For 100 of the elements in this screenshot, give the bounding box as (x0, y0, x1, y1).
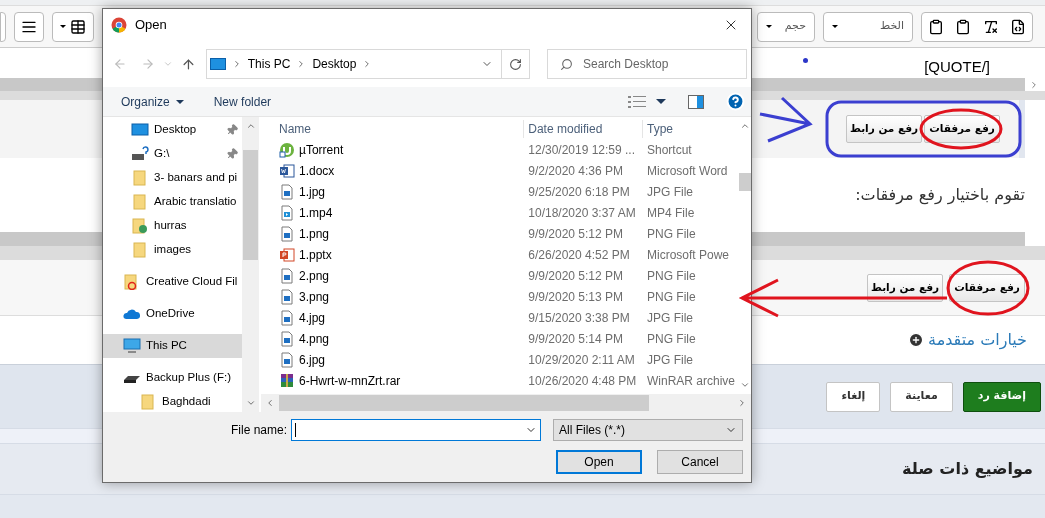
scroll-down-icon[interactable] (245, 398, 256, 408)
paste-text-icon[interactable] (955, 18, 972, 35)
file-name: 3.png (299, 288, 330, 306)
nav-item[interactable]: images (103, 238, 242, 262)
column-header[interactable]: Date modified (523, 120, 642, 138)
nav-item[interactable]: This PC (103, 334, 242, 358)
file-name: 2.png (299, 267, 330, 285)
file-date: 9/9/2020 5:12 PM (527, 267, 624, 285)
source-icon[interactable] (1010, 18, 1027, 35)
file-date: 9/25/2020 6:18 PM (527, 183, 631, 201)
file-row[interactable]: 1.mp4 10/18/2020 3:37 AM MP4 File (261, 202, 739, 223)
scroll-right-icon[interactable] (737, 398, 747, 408)
scroll-thumb[interactable] (279, 395, 649, 411)
video-file-icon (279, 204, 295, 221)
nav-label: Backup Plus (F:) (146, 370, 232, 386)
computer-icon (209, 58, 226, 70)
window-title: Open (135, 16, 167, 35)
dialog-button[interactable]: Cancel (657, 450, 743, 474)
file-type: PNG File (646, 267, 697, 285)
nav-item[interactable]: Arabic translatio (103, 190, 242, 214)
image-file-icon (279, 225, 295, 242)
file-date: 9/9/2020 5:13 PM (527, 288, 624, 306)
file-row[interactable]: 6.jpg 10/29/2020 2:11 AM JPG File (261, 349, 739, 370)
file-row[interactable]: 4.jpg 9/15/2020 3:38 PM JPG File (261, 307, 739, 328)
action-button[interactable]: إلغاء (826, 381, 881, 412)
nav-item[interactable]: hurras (103, 214, 242, 238)
file-row[interactable]: 2.png 9/9/2020 5:12 PM PNG File (261, 265, 739, 286)
nav-item[interactable]: Desktop (103, 118, 242, 142)
file-date: 10/26/2020 4:48 PM (527, 372, 638, 390)
size-dropdown[interactable]: حجم (757, 11, 815, 42)
image-file-icon (279, 309, 295, 326)
scroll-right-icon[interactable] (1029, 79, 1039, 90)
file-row[interactable]: 4.png 9/9/2020 5:14 PM PNG File (261, 328, 739, 349)
file-type: Microsoft Powe (646, 246, 731, 264)
file-name-field[interactable] (291, 419, 541, 441)
file-type: WinRAR archive (646, 372, 737, 390)
file-row[interactable]: 6-Hwrt-w-mnZrt.rar 10/26/2020 4:48 PM WinRAR archive (261, 370, 739, 391)
forward-icon[interactable] (140, 57, 155, 71)
section-heading: مواضيع ذات صلة (902, 458, 1033, 480)
upload-button[interactable]: رفع مرفقات (949, 273, 1025, 302)
nav-item[interactable]: Backup Plus (F:) (103, 366, 242, 390)
advanced-options-link[interactable]: خيارات متقدمة (928, 328, 1027, 352)
scroll-thumb[interactable] (243, 149, 258, 260)
nav-item[interactable]: Creative Cloud Fil (103, 270, 242, 294)
file-name: 1.mp4 (299, 204, 333, 222)
up-icon[interactable] (180, 56, 196, 72)
editor-text: [QUOTE/] (924, 58, 990, 76)
view-dropdown-icon[interactable] (656, 99, 666, 104)
nav-label: This PC (146, 338, 188, 354)
image-file-icon (279, 351, 295, 368)
breadcrumb-item[interactable]: Desktop (312, 55, 357, 73)
nav-item[interactable]: G:\ (103, 142, 242, 166)
clear-format-icon[interactable] (982, 18, 999, 35)
file-row[interactable]: 1.pptx 6/26/2020 4:52 PM Microsoft Powe (261, 244, 739, 265)
column-header[interactable]: Type (642, 120, 739, 138)
nav-label: Creative Cloud Fil (146, 274, 238, 290)
action-button[interactable]: إضافة رد (962, 381, 1041, 412)
file-row[interactable]: 3.png 9/9/2020 5:13 PM PNG File (261, 286, 739, 307)
torrent-icon (279, 141, 295, 158)
align-button[interactable] (14, 11, 44, 42)
help-icon[interactable] (726, 92, 745, 111)
table-button[interactable] (52, 11, 94, 42)
upload-button[interactable]: رفع من رابط (846, 115, 922, 143)
organize-button[interactable]: Organize (121, 92, 184, 111)
scroll-left-icon[interactable] (265, 398, 275, 408)
column-header[interactable]: Name (261, 120, 524, 138)
font-dropdown[interactable]: الخط (823, 11, 913, 42)
field-label: File name: (230, 422, 287, 439)
upload-button[interactable]: رفع مرفقات (924, 115, 1000, 143)
address-bar[interactable]: This PC Desktop (205, 49, 530, 79)
view-options-icon[interactable] (628, 94, 646, 109)
file-row[interactable]: 1.docx 9/2/2020 4:36 PM Microsoft Word (261, 160, 739, 181)
file-type-select[interactable]: All Files (*.*) (553, 419, 743, 441)
scroll-up-icon[interactable] (740, 121, 750, 131)
toolbar-button[interactable] (0, 11, 6, 42)
nav-item[interactable]: Baghdadi (111, 390, 242, 412)
horizontal-scrollbar[interactable] (261, 394, 751, 412)
file-row[interactable]: 1.jpg 9/25/2020 6:18 PM JPG File (261, 181, 739, 202)
folder-icon (131, 242, 149, 258)
search-field[interactable]: Search Desktop (547, 49, 747, 79)
scroll-up-icon[interactable] (245, 121, 256, 131)
back-icon[interactable] (113, 57, 127, 71)
paste-word-icon[interactable] (927, 18, 944, 35)
file-row[interactable]: 1.png 9/9/2020 5:12 PM PNG File (261, 223, 739, 244)
preview-pane-icon[interactable] (688, 94, 704, 109)
dialog-button[interactable]: Open (556, 450, 642, 474)
new-folder-button[interactable]: New folder (213, 92, 272, 111)
scroll-thumb[interactable] (739, 173, 751, 191)
breadcrumb-item[interactable]: This PC (247, 55, 291, 73)
scroll-down-icon[interactable] (740, 380, 750, 390)
nav-item[interactable]: OneDrive (103, 302, 242, 326)
file-date: 10/18/2020 3:37 AM (527, 204, 637, 222)
file-row[interactable]: µTorrent 12/30/2019 12:59 ... Shortcut (261, 139, 739, 160)
drive-icon (131, 146, 149, 162)
folder-icon (131, 170, 149, 186)
refresh-icon[interactable] (509, 57, 522, 71)
file-date: 6/26/2020 4:52 PM (527, 246, 631, 264)
file-type: JPG File (646, 309, 695, 327)
nav-item[interactable]: 3- banars and pi (103, 166, 242, 190)
action-button[interactable]: معاينة (890, 381, 953, 412)
